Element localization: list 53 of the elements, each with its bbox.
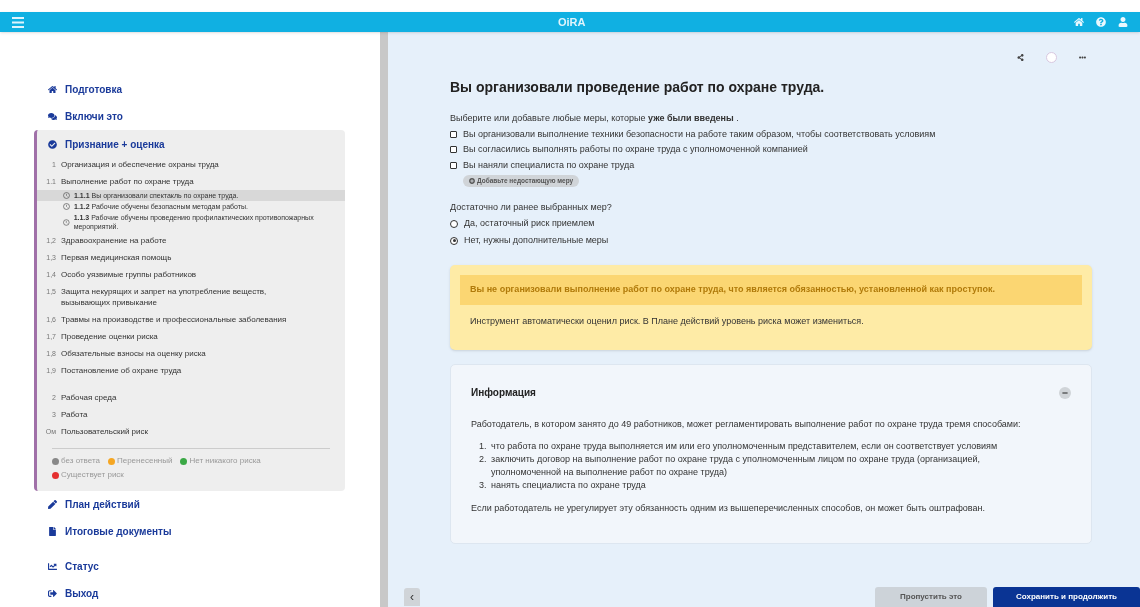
checkbox[interactable]: [450, 161, 457, 169]
list-item: нанять специалиста по охране труда: [491, 478, 647, 492]
legend-label: Перенесенный: [116, 455, 173, 467]
measure-label: Вы наняли специалиста по охране труда: [463, 158, 635, 172]
more-icon[interactable]: [1079, 54, 1086, 61]
chart-icon: [48, 562, 57, 571]
checkbox[interactable]: [450, 130, 457, 138]
measure-label: Вы организовали выполнение техники безопасности на работе таким образом, чтобы соответствовать условиям: [463, 127, 936, 141]
back-button[interactable]: ‹: [404, 588, 420, 606]
warning-title: Вы не организовали выполнение работ по охране труда, что является обязанностью, установленной как проступок.: [460, 275, 1082, 305]
info-title: Информация: [471, 386, 536, 401]
clock-icon: [63, 203, 70, 210]
nav-link[interactable]: Подготовка: [0, 76, 380, 103]
radio-button[interactable]: [450, 220, 458, 228]
minus-icon: [1062, 389, 1068, 396]
home-icon: [48, 85, 57, 94]
document-icon: [48, 527, 57, 536]
answer-label: Нет, нужны дополнительные меры: [464, 233, 609, 247]
info-text: Если работодатель не урегулирует эту обязанность одним из вышеперечисленных способов, он может быть оштрафован.: [471, 501, 986, 515]
clock-icon: [63, 218, 70, 226]
instruction-text: Выберите или добавьте любые меры, которые уже были введены .: [450, 112, 740, 125]
question-text: Достаточно ли ранее выбранных мер?: [450, 200, 613, 214]
chat-icon: [48, 112, 57, 121]
logout-icon: [48, 589, 57, 598]
skip-button[interactable]: Пропустить это: [875, 587, 987, 607]
nav-link[interactable]: Статус: [0, 553, 380, 580]
list-item: заключить договор на выполнение работ по охране труда с уполномоченным лицом по охране труда (организацией, уполномоченной на выполнение работ по охране труда): [491, 452, 981, 479]
legend-label: Нет никакого риска: [189, 455, 261, 467]
list-number: 1.: [479, 439, 488, 453]
collapse-button[interactable]: [1059, 386, 1071, 399]
logo: OiRA: [558, 14, 586, 30]
info-text: Работодатель, в котором занято до 49 работников, может регламентировать выполнение работ по охране труда тремя способами:: [471, 418, 1022, 432]
page-title: Вы организовали проведение работ по охране труда.: [450, 78, 826, 97]
section-title[interactable]: Признание + оценка: [37, 133, 345, 156]
measure-label: Вы согласились выполнять работы по охране труда с уполномоченной компанией: [463, 143, 808, 156]
list-item: что работа по охране труда выполняется им или его уполномоченным представителем, если он соответствует условиям: [491, 439, 999, 453]
warning-text: Инструмент автоматически оценил риск. В Плане действий уровень риска может измениться.: [469, 314, 865, 328]
nav-link[interactable]: Итоговые документы: [0, 518, 380, 545]
plus-icon: [469, 177, 475, 184]
legend-label: без ответа: [61, 455, 100, 467]
nav-link[interactable]: Выход: [0, 580, 380, 607]
clock-icon: [63, 192, 70, 199]
radio-button[interactable]: [450, 236, 458, 245]
list-number: 2.: [479, 452, 488, 466]
nav-link[interactable]: План действий: [0, 491, 380, 518]
checkbox[interactable]: [450, 146, 457, 154]
share-icon[interactable]: [1017, 54, 1024, 61]
list-number: 3.: [479, 478, 488, 492]
pencil-icon: [48, 500, 57, 509]
legend-label: Существует риск: [61, 469, 124, 481]
nav-link[interactable]: Включи это: [0, 103, 380, 130]
answer-label: Да, остаточный риск приемлем: [464, 217, 595, 231]
save-button[interactable]: Сохранить и продолжить: [993, 587, 1140, 607]
